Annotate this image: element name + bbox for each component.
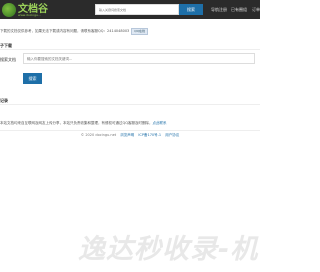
- watermark-text: 逸达秒收录-机: [78, 234, 259, 265]
- record-contact-link[interactable]: 点此联系: [153, 121, 167, 125]
- logo-subtitle: www.docingu...: [18, 13, 41, 17]
- footer-link-statement[interactable]: 浏览声明: [120, 133, 134, 137]
- nav-link-orders[interactable]: 订单: [252, 4, 260, 15]
- nav-link-register[interactable]: 导航注册: [211, 4, 227, 15]
- document-search-submit-button[interactable]: 搜索: [23, 73, 42, 84]
- footer-link-icp[interactable]: ICP备170号-1: [138, 133, 161, 137]
- logo-icon: [2, 2, 16, 17]
- footer-copyright: © 2020 docingu.net: [80, 133, 117, 137]
- watermark-banner: 逸达秒收录-机: [0, 227, 260, 272]
- footer: © 2020 docingu.net 浏览声明 ICP备170号-1 用户协议: [0, 133, 260, 138]
- notice-bar: 下载的文档仅供参考，如果无法下载或内容有问题，请联系客服QQ：241404800…: [0, 27, 149, 35]
- divider: [0, 104, 260, 105]
- footer-link-agreement[interactable]: 用户协议: [165, 133, 179, 137]
- header-search: 搜索: [95, 4, 203, 15]
- nav-link-groups[interactable]: 已有圈组: [231, 4, 247, 15]
- record-disclaimer-text: 本站文档均来自互联网及网友上传分享，本站只负责收集和整理，有侵权可通过QQ客服及…: [0, 121, 153, 125]
- header-search-input[interactable]: [95, 4, 179, 15]
- record-disclaimer: 本站文档均来自互联网及网友上传分享，本站只负责收集和整理，有侵权可通过QQ客服及…: [0, 121, 167, 126]
- header-search-button[interactable]: 搜索: [179, 4, 203, 15]
- site-logo[interactable]: 文档谷 www.docingu...: [2, 1, 48, 18]
- document-search-input[interactable]: [23, 53, 255, 64]
- divider: [0, 49, 260, 50]
- document-search-label: 搜索文档: [0, 57, 16, 62]
- divider: [0, 130, 260, 131]
- top-navigation-bar: 文档谷 www.docingu... 搜索 导航注册 已有圈组 订单: [0, 0, 260, 19]
- notice-text: 下载的文档仅供参考，如果无法下载或内容有问题，请联系客服QQ：241404800…: [0, 29, 130, 33]
- qq-online-badge[interactable]: QQ在线: [131, 27, 149, 35]
